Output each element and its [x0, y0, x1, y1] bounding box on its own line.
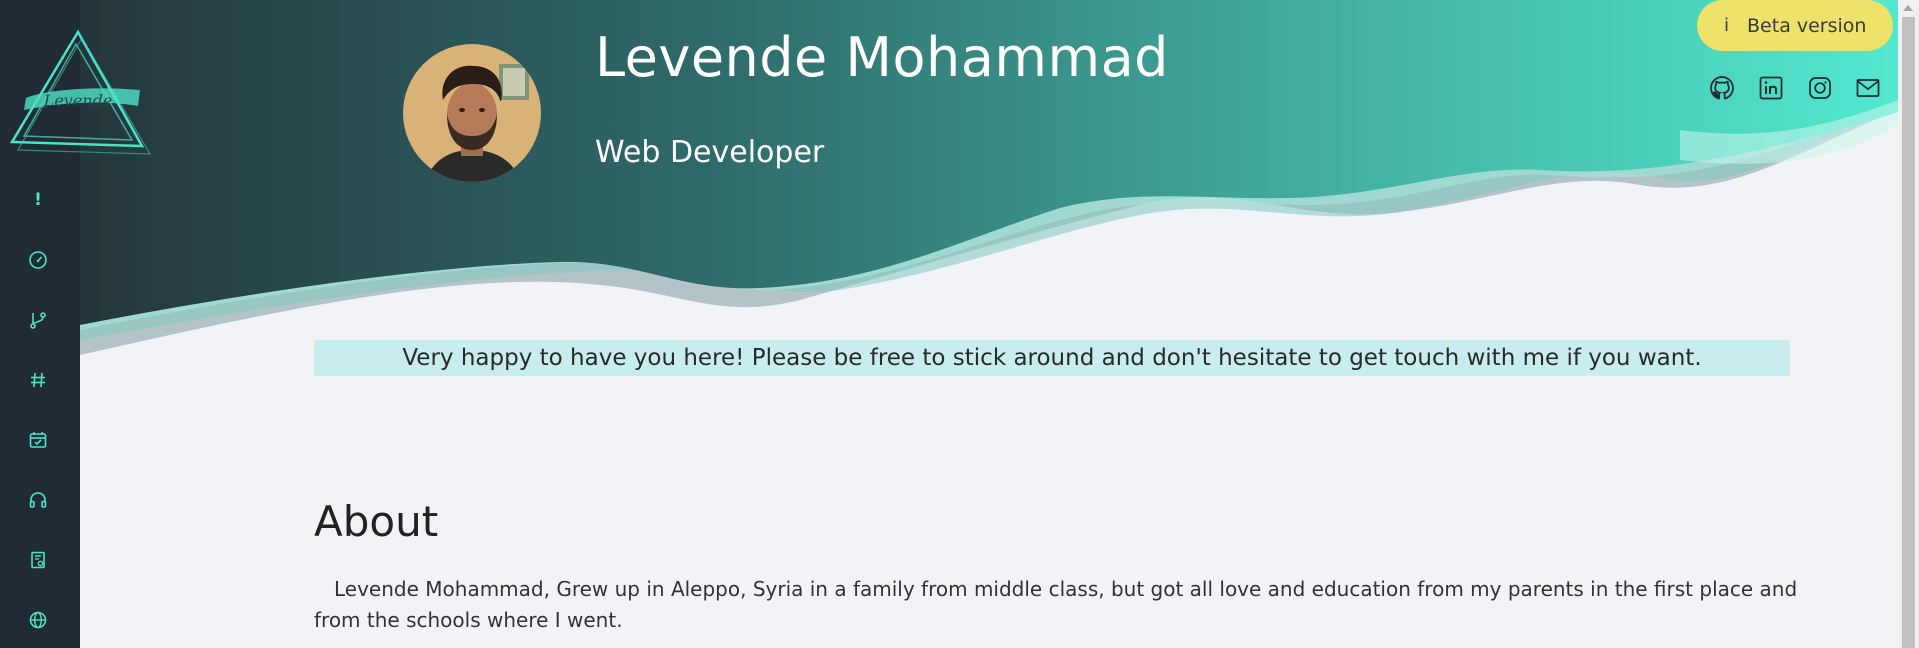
profile-name: Levende Mohammad	[595, 26, 1169, 89]
gauge-icon	[29, 251, 47, 269]
sidebar: Levende !	[0, 0, 152, 648]
linkedin-icon	[1759, 76, 1783, 100]
sidebar-item-projects[interactable]	[22, 304, 54, 336]
mail-link[interactable]	[1854, 74, 1882, 102]
sidebar-item-info[interactable]: !	[22, 184, 54, 216]
sidebar-item-skills[interactable]	[22, 244, 54, 276]
logo-text: Levende	[43, 91, 113, 110]
page-scrollbar[interactable]	[1898, 0, 1919, 648]
about-heading: About	[314, 497, 439, 546]
scroll-thumb[interactable]	[1902, 17, 1915, 648]
exclamation-icon: !	[34, 190, 42, 210]
github-link[interactable]	[1708, 74, 1736, 102]
instagram-icon	[1809, 77, 1831, 99]
sidebar-item-resume[interactable]	[22, 544, 54, 576]
sidebar-item-languages[interactable]	[22, 604, 54, 636]
logo-icon[interactable]: Levende	[4, 28, 152, 168]
mail-icon	[1856, 79, 1880, 97]
headphones-icon	[29, 492, 47, 508]
globe-icon	[29, 611, 47, 629]
sidebar-item-tags[interactable]	[22, 364, 54, 396]
beta-version-button[interactable]: i Beta version	[1697, 0, 1893, 51]
scroll-up-arrow-icon[interactable]	[1903, 5, 1913, 11]
document-icon	[31, 551, 45, 569]
avatar	[403, 44, 541, 182]
github-icon	[1710, 76, 1734, 100]
hash-icon	[31, 372, 45, 388]
beta-label: Beta version	[1747, 14, 1867, 37]
welcome-text: Very happy to have you here! Please be f…	[402, 345, 1702, 371]
profile-role: Web Developer	[595, 135, 825, 170]
about-paragraph: Levende Mohammad, Grew up in Aleppo, Syr…	[314, 577, 1798, 632]
info-icon: i	[1724, 15, 1730, 36]
calendar-check-icon	[29, 432, 47, 448]
linkedin-link[interactable]	[1757, 74, 1785, 102]
git-branch-icon	[30, 312, 46, 329]
sidebar-item-hobbies[interactable]	[22, 484, 54, 516]
avatar-photo	[403, 44, 541, 182]
instagram-link[interactable]	[1806, 74, 1834, 102]
welcome-banner: Very happy to have you here! Please be f…	[314, 340, 1790, 376]
sidebar-item-experience[interactable]	[22, 424, 54, 456]
